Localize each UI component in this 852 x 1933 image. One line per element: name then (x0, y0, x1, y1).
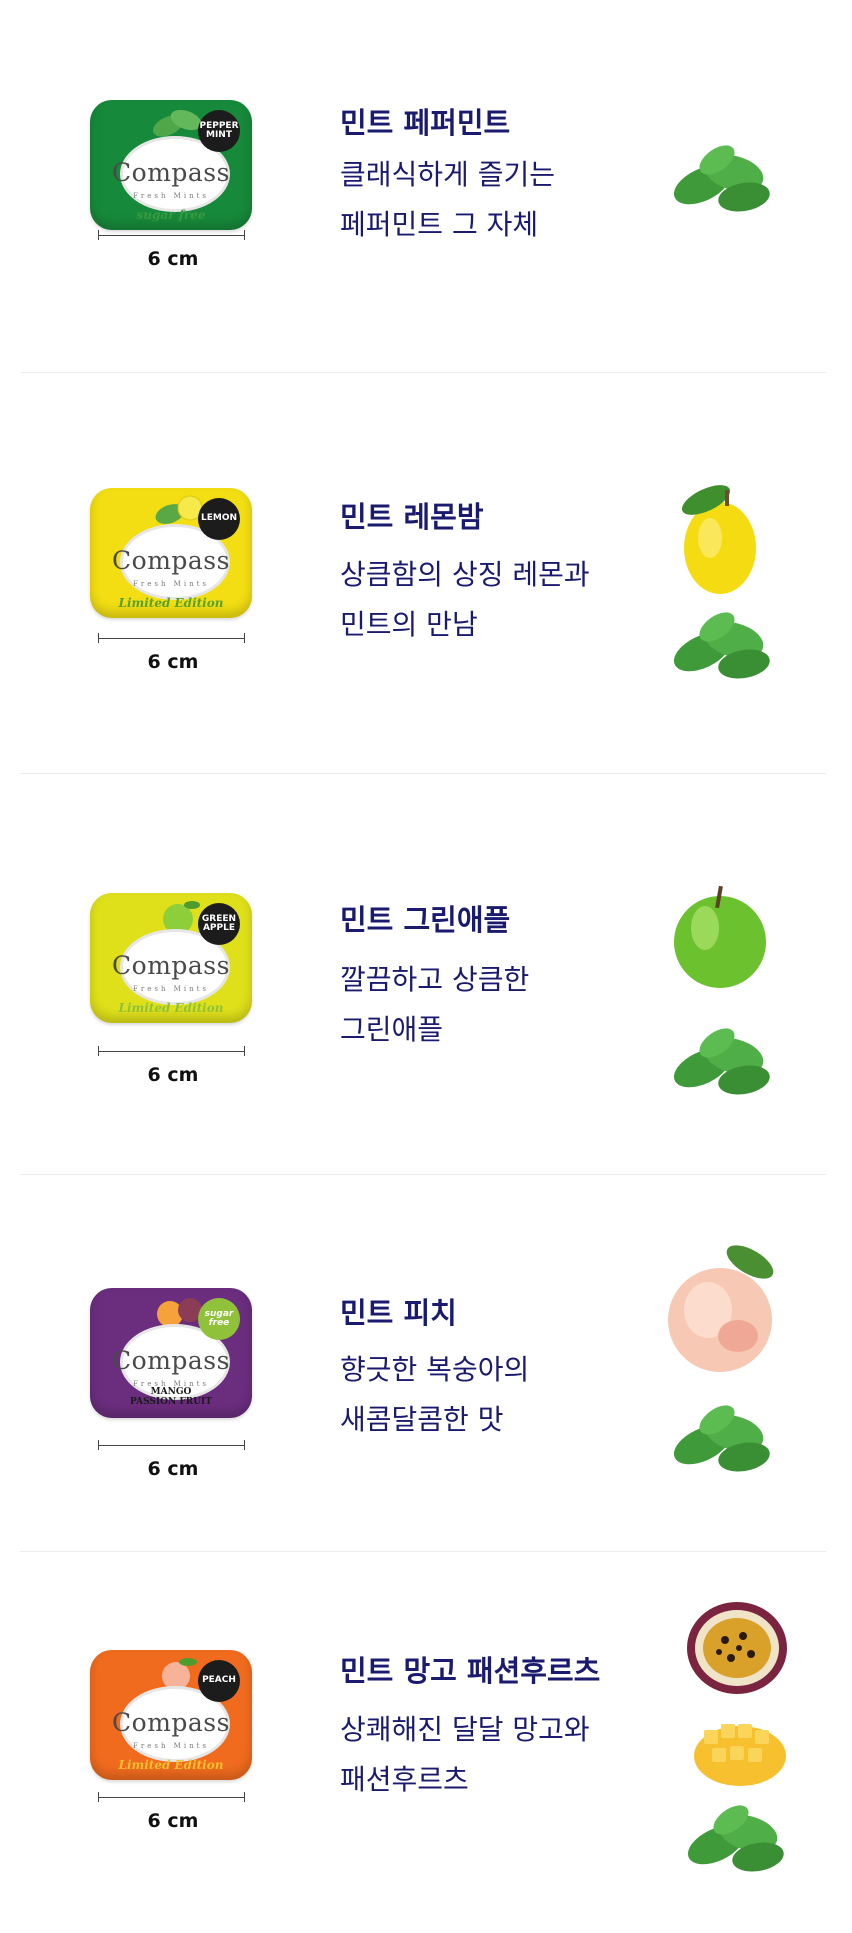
size-label: 6 cm (147, 1064, 199, 1086)
peppermint-tin-image: Compass Fresh Mints sugar free PEPPER MI… (90, 100, 252, 230)
lemon-icon (681, 485, 756, 594)
size-measure-line (98, 633, 245, 643)
product-description-line1: 상쾌해진 달달 망고와 (340, 1713, 590, 1746)
flavor-badge: GREEN APPLE (198, 903, 240, 945)
product-title: 민트 페퍼민트 (340, 106, 511, 140)
flavor-badge: sugar free (198, 1298, 240, 1340)
product-description-line2: 새콤달콤한 맛 (340, 1403, 504, 1436)
tin-subtitle: Fresh Mints (133, 985, 209, 993)
mint-icon (673, 1028, 770, 1095)
product-title: 민트 그린애플 (340, 903, 511, 937)
size-label: 6 cm (147, 1458, 199, 1480)
product-description-line1: 향긋한 복숭아의 (340, 1353, 530, 1386)
tin-script: sugar free (136, 208, 206, 222)
flavor-badge: PEACH (198, 1660, 240, 1702)
row-divider (20, 773, 826, 774)
green-apple-tin-image: Compass Fresh Mints Limited Edition GREE… (90, 893, 252, 1023)
mango-icon (694, 1724, 786, 1786)
product-title: 민트 피치 (340, 1296, 457, 1330)
product-description-line2: 패션후르츠 (340, 1763, 469, 1796)
mint-icon (687, 1805, 784, 1872)
product-description-line2: 민트의 만남 (340, 608, 478, 641)
tin-script: Limited Edition (118, 596, 224, 610)
size-measure-line (98, 230, 245, 240)
product-description-line1: 상큼함의 상징 레몬과 (340, 558, 590, 591)
flavor-badge: LEMON (198, 498, 240, 540)
tin-brand: Compass (112, 1346, 230, 1375)
size-measure-line (98, 1046, 245, 1056)
size-measure-line (98, 1440, 245, 1450)
tin-brand: Compass (112, 158, 230, 187)
tin-subtitle: Fresh Mints (133, 1742, 209, 1750)
tin-subtitle: Fresh Mints (133, 192, 209, 200)
product-title: 민트 레몬밤 (340, 500, 484, 534)
tin-brand: Compass (112, 1708, 230, 1737)
product-description-line2: 페퍼민트 그 자체 (340, 208, 539, 241)
size-label: 6 cm (147, 1810, 199, 1832)
product-description-line2: 그린애플 (340, 1013, 444, 1046)
tin-subtitle: Fresh Mints (133, 580, 209, 588)
size-label: 6 cm (147, 248, 199, 270)
tin-brand: Compass (112, 951, 230, 980)
peach-tin-image: Compass Fresh Mints MANGO PASSION FRUIT … (90, 1288, 252, 1418)
size-label: 6 cm (147, 651, 199, 673)
mint-icon (673, 145, 770, 212)
mint-icon (673, 1405, 770, 1472)
tin-brand: Compass (112, 546, 230, 575)
row-divider (20, 372, 826, 373)
flavor-badge: PEPPER MINT (198, 110, 240, 152)
product-description-line1: 클래식하게 즐기는 (340, 158, 555, 191)
product-description-line1: 깔끔하고 상큼한 (340, 963, 530, 996)
peach-icon (668, 1245, 774, 1372)
green-apple-icon (674, 885, 766, 988)
product-title: 민트 망고 패션후르츠 (340, 1654, 601, 1688)
tin-script: Limited Edition (118, 1758, 224, 1772)
size-measure-line (98, 1792, 245, 1802)
tin-script: Limited Edition (118, 1001, 224, 1015)
mint-icon (673, 612, 770, 679)
passion-fruit-icon (687, 1602, 787, 1694)
lemon-tin-image: Compass Fresh Mints Limited Edition LEMO… (90, 488, 252, 618)
tin-script: MANGO PASSION FRUIT (130, 1387, 212, 1407)
row-divider (20, 1174, 826, 1175)
row-divider (20, 1551, 826, 1552)
mango-passion-fruit-tin-image: Compass Fresh Mints Limited Edition PEAC… (90, 1650, 252, 1780)
